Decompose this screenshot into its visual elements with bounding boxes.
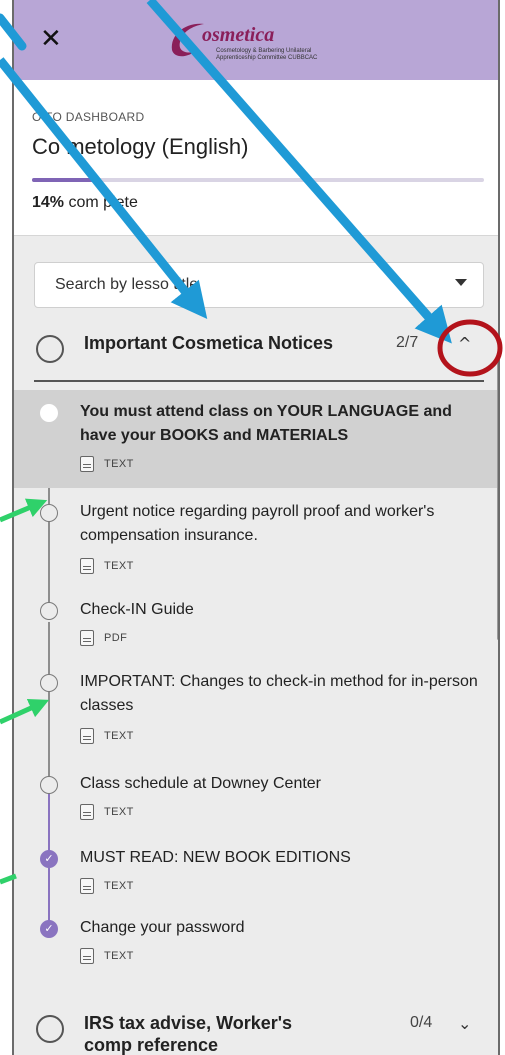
lesson-status-circle-icon [40,776,58,794]
caret-down-icon [455,279,467,286]
lesson-item[interactable]: ✓ Change your password TEXT [14,916,498,976]
lesson-completed-check-icon: ✓ [40,920,58,938]
course-header: O TO DASHBOARD Co metology (English) 14%… [14,80,498,236]
section-title: Important Cosmetica Notices [84,333,334,353]
text-document-icon [80,948,94,964]
lesson-type: TEXT [80,948,134,964]
section-progress-ring-icon [36,1015,64,1043]
course-sidebar-panel: ✕ osmetica Cosmetology & Barbering Unila… [12,0,500,1055]
chevron-up-icon[interactable]: ^ [458,334,471,353]
lesson-type-label: TEXT [104,880,134,892]
section-progress-ring-icon [36,335,64,363]
text-document-icon [80,558,94,574]
lesson-item[interactable]: You must attend class on YOUR LANGUAGE a… [14,390,498,488]
lesson-status-circle-icon [40,602,58,620]
lesson-type-label: TEXT [104,458,134,470]
progress-bar [32,178,484,182]
lesson-title: MUST READ: NEW BOOK EDITIONS [80,849,351,866]
lesson-title: IMPORTANT: Changes to check-in method fo… [80,673,478,714]
section-title: IRS tax advise, Worker's comp reference [84,1013,293,1055]
lesson-status-circle-icon [40,504,58,522]
lesson-item[interactable]: Class schedule at Downey Center TEXT [14,772,498,832]
lesson-type: TEXT [80,456,134,472]
lesson-status-circle-icon [40,674,58,692]
lesson-title: You must attend class on YOUR LANGUAGE a… [80,403,452,444]
lesson-type: TEXT [80,878,134,894]
lesson-type: PDF [80,630,127,646]
lesson-completed-check-icon: ✓ [40,850,58,868]
text-document-icon [80,878,94,894]
scrollbar-thumb[interactable] [497,360,498,640]
progress-label: 14% com plete [32,194,138,212]
lesson-status-circle-icon [40,404,58,422]
lesson-item[interactable]: ✓ MUST READ: NEW BOOK EDITIONS TEXT [14,846,498,906]
logo-subtitle: Cosmetology & Barbering Unilateral Appre… [216,48,318,61]
section-header-important-notices[interactable]: Important Cosmetica Notices 2/7 ^ [14,322,498,378]
lesson-type: TEXT [80,558,134,574]
lesson-title: Change your password [80,919,245,936]
text-document-icon [80,728,94,744]
lesson-item[interactable]: Urgent notice regarding payroll proof an… [14,500,498,590]
search-placeholder: Search by lesso title [55,276,199,293]
chevron-down-icon[interactable]: ⌄ [458,1014,471,1033]
lesson-title: Urgent notice regarding payroll proof an… [80,503,435,544]
progress-suffix: com plete [64,194,138,211]
lesson-type-label: PDF [104,632,128,644]
section-divider [34,380,484,382]
lesson-item[interactable]: Check-IN Guide PDF [14,598,498,658]
lesson-item[interactable]: IMPORTANT: Changes to check-in method fo… [14,670,498,760]
section-count: 2/7 [396,334,419,351]
cosmetica-logo: osmetica Cosmetology & Barbering Unilate… [164,18,354,64]
pdf-document-icon [80,630,94,646]
text-document-icon [80,456,94,472]
lesson-title: Class schedule at Downey Center [80,775,322,792]
lesson-type: TEXT [80,728,134,744]
progress-bar-fill [32,178,96,182]
lesson-type-label: TEXT [104,806,134,818]
section-header-irs-tax[interactable]: IRS tax advise, Worker's comp reference … [14,1002,498,1055]
top-bar: ✕ osmetica Cosmetology & Barbering Unila… [14,0,498,80]
lesson-type-label: TEXT [104,730,134,742]
lesson-type: TEXT [80,804,134,820]
logo-wordmark: osmetica [202,24,275,46]
lesson-type-label: TEXT [104,560,134,572]
section-count: 0/4 [410,1014,433,1031]
lesson-type-label: TEXT [104,950,134,962]
progress-value: 14% [32,194,65,211]
lesson-search-dropdown[interactable]: Search by lesso title [34,262,484,308]
back-to-dashboard-link[interactable]: O TO DASHBOARD [32,110,144,124]
lesson-title: Check-IN Guide [80,601,194,618]
text-document-icon [80,804,94,820]
close-icon[interactable]: ✕ [40,26,62,52]
course-title: Co metology (English) [32,134,249,159]
